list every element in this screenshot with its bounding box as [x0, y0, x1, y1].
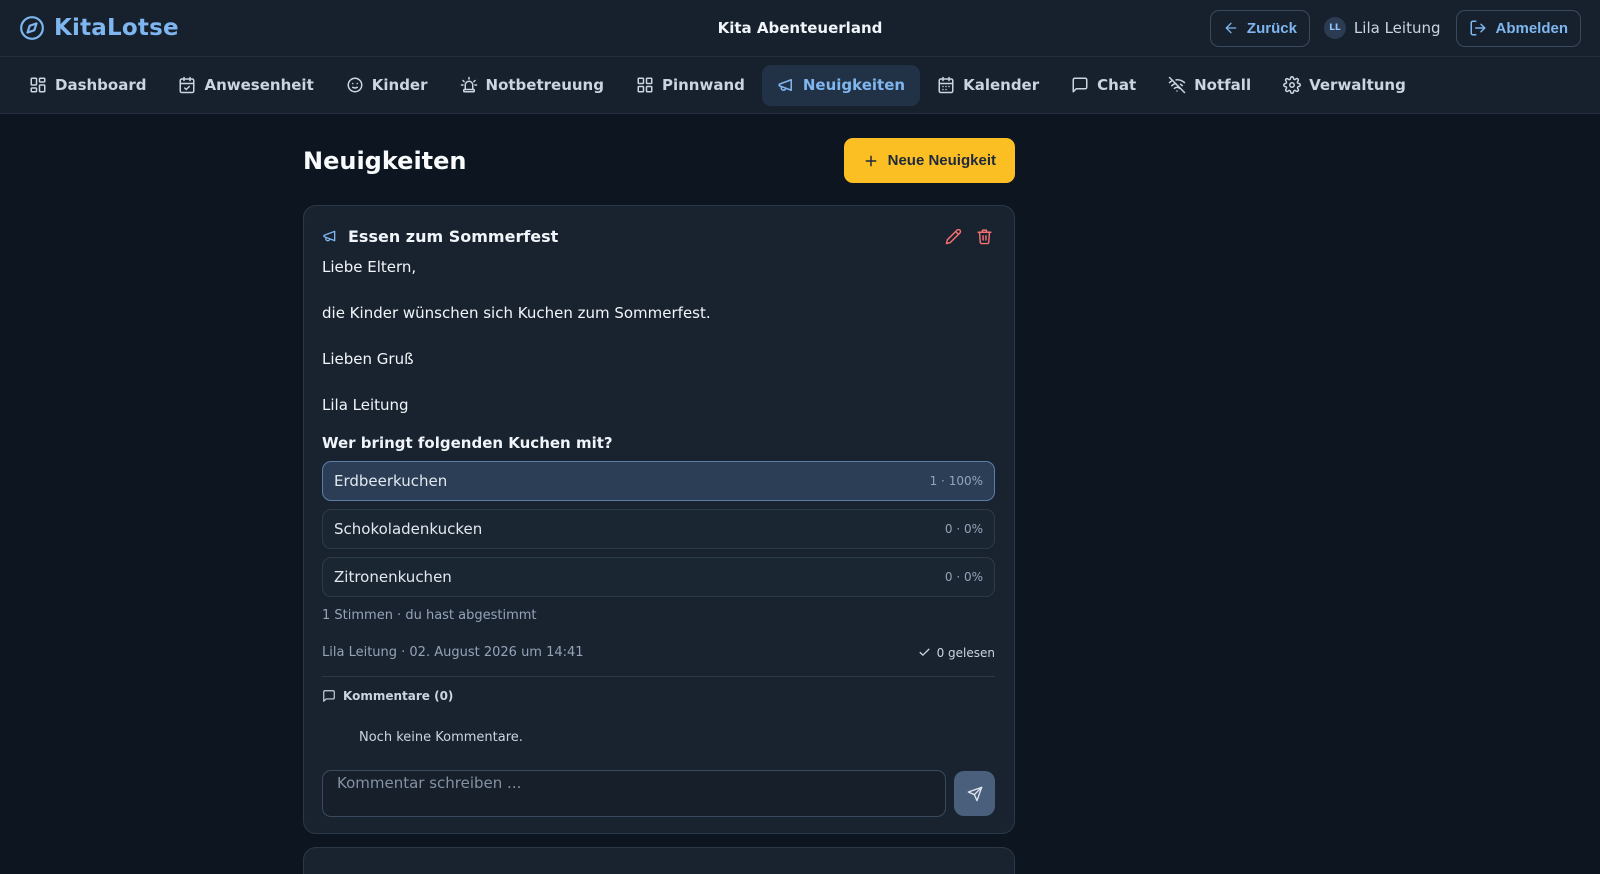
- poll-option-count: 0 · 0%: [944, 522, 983, 536]
- poll-option-label: Erdbeerkuchen: [334, 472, 448, 490]
- megaphone-icon: [322, 228, 338, 244]
- comments-title: Kommentare (0): [343, 689, 454, 703]
- send-icon: [967, 786, 983, 802]
- nav-item-kalender[interactable]: Kalender: [922, 65, 1054, 106]
- user-name: Lila Leitung: [1353, 19, 1441, 37]
- nav-label: Kalender: [963, 76, 1040, 94]
- poll-option[interactable]: Erdbeerkuchen 1 · 100%: [322, 461, 995, 501]
- nav-label: Chat: [1097, 76, 1137, 94]
- nav-item-dashboard[interactable]: Dashboard: [14, 65, 161, 106]
- comment-input[interactable]: [322, 770, 946, 817]
- gear-icon: [1283, 76, 1302, 94]
- nav-label: Verwaltung: [1309, 76, 1406, 94]
- brand-name: KitaLotse: [54, 15, 179, 41]
- grid-icon: [636, 76, 654, 94]
- calendar-check-icon: [178, 76, 196, 94]
- dashboard-icon: [29, 76, 47, 94]
- compass-icon: [19, 15, 45, 41]
- nav-item-kinder[interactable]: Kinder: [331, 65, 443, 106]
- nav-label: Notbetreuung: [485, 76, 604, 94]
- nav-item-notfall[interactable]: Notfall: [1153, 65, 1266, 106]
- poll-option-count: 0 · 0%: [944, 570, 983, 584]
- comment-icon: [322, 689, 336, 703]
- poll-option[interactable]: Zitronenkuchen 0 · 0%: [322, 557, 995, 597]
- post-body: Liebe Eltern, die Kinder wünschen sich K…: [322, 256, 995, 416]
- post-meta: Lila Leitung · 02. August 2026 um 14:41: [322, 645, 584, 660]
- read-status[interactable]: 0 gelesen: [918, 646, 995, 660]
- post-paragraph: Lila Leitung: [322, 396, 409, 414]
- siren-icon: [460, 76, 478, 94]
- nav-label: Pinnwand: [661, 76, 745, 94]
- main-nav: Dashboard Anwesenheit Kinder Notbetreuun…: [0, 57, 1600, 114]
- post-paragraph: Lieben Gruß: [322, 350, 414, 368]
- top-header: KitaLotse Kita Abenteuerland Zurück LL L…: [0, 0, 1600, 57]
- chat-icon: [1071, 76, 1089, 94]
- nav-item-chat[interactable]: Chat: [1056, 65, 1151, 106]
- poll-option-label: Schokoladenkucken: [334, 520, 483, 538]
- send-comment-button[interactable]: [954, 771, 995, 816]
- calendar-icon: [937, 76, 955, 94]
- main-content: Neuigkeiten Neue Neuigkeit Essen zum Som…: [303, 114, 1015, 874]
- nav-label: Dashboard: [55, 76, 147, 94]
- nav-item-pinnwand[interactable]: Pinnwand: [621, 65, 760, 106]
- poll-question: Wer bringt folgenden Kuchen mit?: [322, 434, 613, 452]
- megaphone-icon: [777, 76, 795, 94]
- poll-option[interactable]: Schokoladenkucken 0 · 0%: [322, 509, 995, 549]
- plus-icon: [863, 153, 879, 169]
- page-title: Neuigkeiten: [303, 146, 467, 175]
- post-title: Essen zum Sommerfest: [348, 226, 559, 246]
- wifi-off-icon: [1168, 76, 1186, 94]
- nav-item-anwesenheit[interactable]: Anwesenheit: [163, 65, 328, 106]
- read-count: 0 gelesen: [936, 645, 995, 660]
- edit-icon[interactable]: [945, 228, 962, 245]
- nav-label: Notfall: [1194, 76, 1252, 94]
- comments-header: Kommentare (0): [322, 689, 995, 703]
- trash-icon[interactable]: [976, 228, 993, 245]
- smiley-icon: [346, 76, 364, 94]
- nav-item-verwaltung[interactable]: Verwaltung: [1268, 65, 1421, 106]
- news-card: Essen zum Sommerfest Liebe Eltern, die K…: [303, 205, 1015, 834]
- user-menu[interactable]: LL Lila Leitung: [1323, 17, 1441, 39]
- nav-label: Neuigkeiten: [802, 76, 906, 94]
- check-icon: [918, 646, 931, 659]
- no-comments-text: Noch keine Kommentare.: [359, 730, 523, 745]
- nav-item-notbetreuung[interactable]: Notbetreuung: [445, 65, 619, 106]
- brand[interactable]: KitaLotse: [19, 15, 179, 41]
- post-paragraph: die Kinder wünschen sich Kuchen zum Somm…: [322, 304, 711, 322]
- next-news-card: [303, 847, 1015, 874]
- logout-button[interactable]: Abmelden: [1456, 9, 1581, 47]
- back-label: Zurück: [1246, 19, 1297, 37]
- logout-icon: [1469, 19, 1487, 37]
- poll-option-label: Zitronenkuchen: [334, 568, 452, 586]
- poll-option-count: 1 · 100%: [929, 474, 983, 488]
- new-post-button[interactable]: Neue Neuigkeit: [843, 138, 1015, 183]
- nav-item-neuigkeiten[interactable]: Neuigkeiten: [761, 64, 921, 106]
- post-paragraph: Liebe Eltern,: [322, 258, 417, 276]
- nav-label: Anwesenheit: [204, 76, 314, 94]
- back-button[interactable]: Zurück: [1209, 9, 1310, 47]
- logout-label: Abmelden: [1495, 19, 1568, 37]
- nav-label: Kinder: [371, 76, 428, 94]
- poll-summary: 1 Stimmen · du hast abgestimmt: [322, 608, 537, 623]
- new-post-label: Neue Neuigkeit: [887, 152, 996, 169]
- arrow-left-icon: [1223, 20, 1239, 36]
- avatar: LL: [1323, 17, 1346, 39]
